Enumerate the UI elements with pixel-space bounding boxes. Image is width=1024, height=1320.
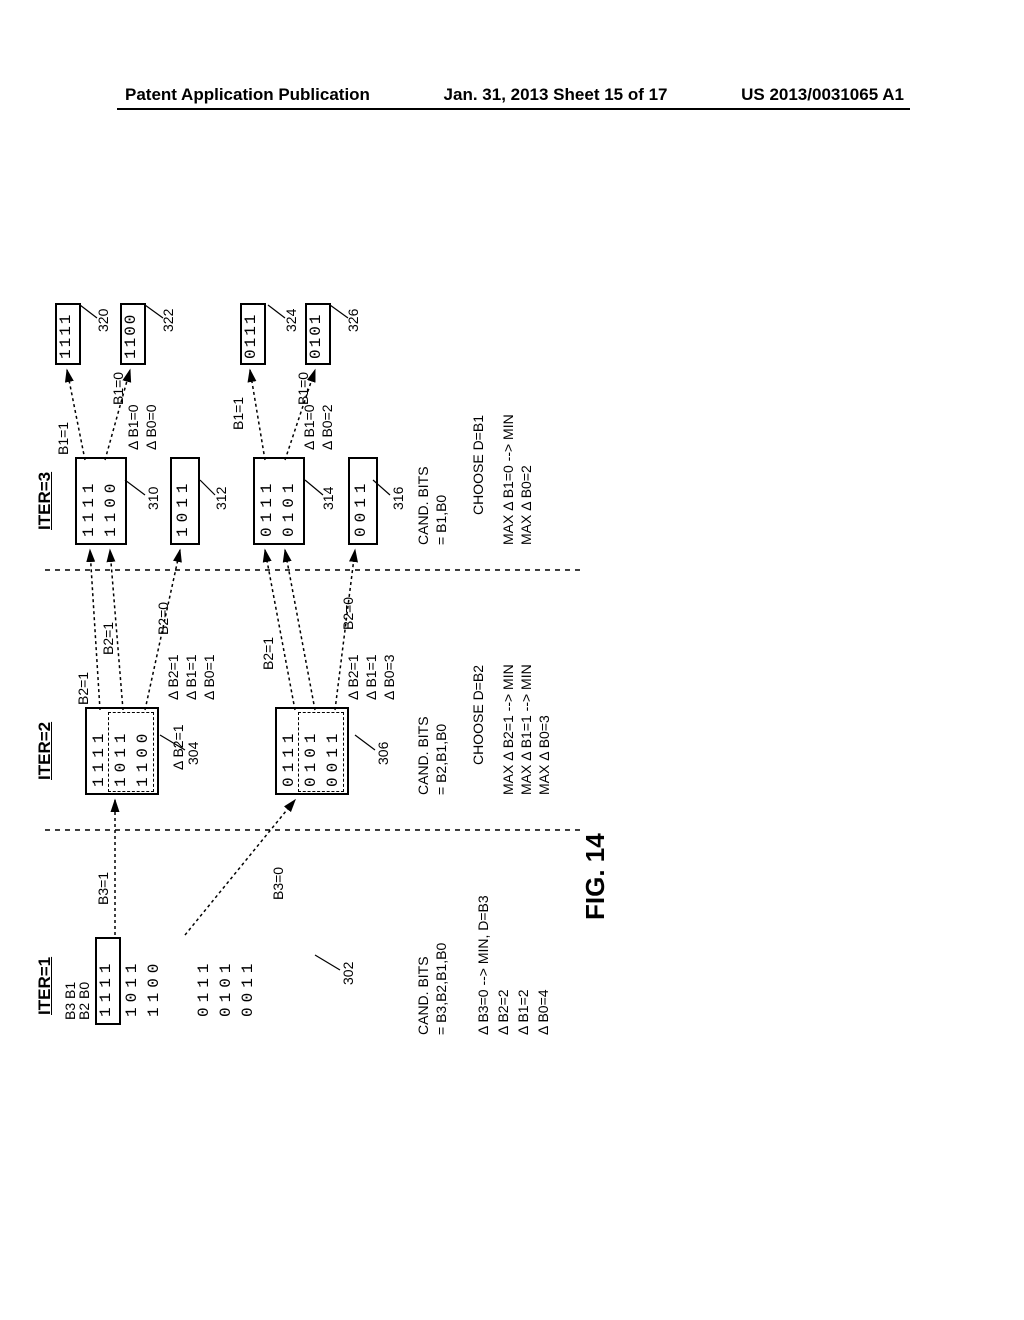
iter2-d3a: Δ B2=1 bbox=[345, 654, 361, 700]
iter2-branch-bb: B2=0 bbox=[340, 597, 356, 630]
iter1-branch-bot: B3=0 bbox=[270, 867, 286, 900]
iter3-choose: CHOOSE D=B1 bbox=[470, 415, 486, 515]
final-ref1: 320 bbox=[95, 309, 111, 332]
iter1-d2: Δ B1=2 bbox=[515, 989, 531, 1035]
iter3-cand-val: = B1,B0 bbox=[433, 495, 449, 545]
iter2-d1a: Δ B2=1 bbox=[170, 724, 186, 770]
iter1-cand-val: = B3,B2,B1,B0 bbox=[433, 943, 449, 1035]
iter2-d1b: Δ B1=1 bbox=[183, 654, 199, 700]
iter1-title: ITER=1 bbox=[35, 957, 55, 1015]
final-r2: 1100 bbox=[122, 313, 140, 359]
iter3-b1d: B1=0 bbox=[295, 372, 311, 405]
iter3-r2: 1011 bbox=[174, 479, 192, 537]
iter3-b1a: B1=1 bbox=[55, 422, 71, 455]
iter2-d3c: Δ B0=3 bbox=[381, 654, 397, 700]
iter1-row0: 1111 bbox=[97, 959, 115, 1017]
iter2-g1-select bbox=[108, 712, 154, 792]
iter1-row3: 0111 bbox=[195, 959, 213, 1017]
iter2-branch-tb: B2=1 bbox=[100, 622, 116, 655]
iter2-g2r0: 0111 bbox=[280, 729, 298, 787]
header-left: Patent Application Publication bbox=[125, 85, 370, 105]
iter3-g3r1: 0101 bbox=[280, 479, 298, 537]
iter2-d3b: Δ B1=1 bbox=[363, 654, 379, 700]
iter2-g1r0: 1111 bbox=[90, 729, 108, 787]
iter3-ref2: 312 bbox=[213, 487, 229, 510]
iter1-cand-label: CAND. BITS bbox=[415, 956, 431, 1035]
iter2-title: ITER=2 bbox=[35, 722, 55, 780]
iter2-branch-tc: B2=0 bbox=[155, 602, 171, 635]
figure-inner: ITER=1 B3 B1 B2 B0 1111 1011 1100 0111 0… bbox=[5, 170, 1005, 1070]
iter2-g2-select bbox=[298, 712, 344, 792]
iter2-cand-label: CAND. BITS bbox=[415, 716, 431, 795]
final-r4: 0101 bbox=[307, 313, 325, 359]
iter2-m1: MAX Δ B1=1 --> MIN bbox=[518, 664, 534, 795]
iter2-m0: MAX Δ B2=1 --> MIN bbox=[500, 664, 516, 795]
iter2-m2: MAX Δ B0=3 bbox=[536, 715, 552, 795]
header-right: US 2013/0031065 A1 bbox=[741, 85, 904, 105]
final-ref4: 326 bbox=[345, 309, 361, 332]
iter1-d3: Δ B0=4 bbox=[535, 989, 551, 1035]
iter3-g3r0: 0111 bbox=[258, 479, 276, 537]
iter3-g1r1: 1100 bbox=[102, 479, 120, 537]
iter3-r4: 0011 bbox=[352, 479, 370, 537]
iter1-row1: 1011 bbox=[123, 959, 141, 1017]
iter3-d1b: Δ B0=0 bbox=[143, 404, 159, 450]
iter2-ref1: 304 bbox=[185, 742, 201, 765]
iter2-d1c: Δ B0=1 bbox=[201, 654, 217, 700]
iter3-m0: MAX Δ B1=0 --> MIN bbox=[500, 414, 516, 545]
iter2-branch-ba: B2=1 bbox=[260, 637, 276, 670]
iter3-m1: MAX Δ B0=2 bbox=[518, 465, 534, 545]
iter3-ref3: 314 bbox=[320, 487, 336, 510]
iter3-d3b: Δ B0=2 bbox=[319, 404, 335, 450]
header-center: Jan. 31, 2013 Sheet 15 of 17 bbox=[444, 85, 668, 105]
iter1-row2: 1100 bbox=[145, 959, 163, 1017]
final-r3: 0111 bbox=[242, 313, 260, 359]
iter1-row5: 0011 bbox=[239, 959, 257, 1017]
iter1-d0: Δ B3=0 --> MIN, D=B3 bbox=[475, 895, 491, 1035]
iter1-bitheader: B3 B1 B2 B0 bbox=[63, 982, 91, 1020]
iter1-d1: Δ B2=2 bbox=[495, 989, 511, 1035]
final-ref3: 324 bbox=[283, 309, 299, 332]
iter2-d1a2: Δ B2=1 bbox=[165, 654, 181, 700]
iter1-row4: 0101 bbox=[217, 959, 235, 1017]
iter3-title: ITER=3 bbox=[35, 472, 55, 530]
figure-wrap: ITER=1 B3 B1 B2 B0 1111 1011 1100 0111 0… bbox=[105, 340, 875, 950]
iter3-cand-label: CAND. BITS bbox=[415, 466, 431, 545]
iter3-b1b: B1=0 bbox=[110, 372, 126, 405]
iter1-branch-top: B3=1 bbox=[95, 872, 111, 905]
iter3-d3a: Δ B1=0 bbox=[301, 404, 317, 450]
iter3-ref4: 316 bbox=[390, 487, 406, 510]
final-r1: 1111 bbox=[57, 313, 75, 359]
iter2-branch-ta: B2=1 bbox=[75, 672, 91, 705]
iter2-ref2: 306 bbox=[375, 742, 391, 765]
iter2-cand-val: = B2,B1,B0 bbox=[433, 724, 449, 795]
iter3-ref1: 310 bbox=[145, 487, 161, 510]
iter3-d1a: Δ B1=0 bbox=[125, 404, 141, 450]
final-ref2: 322 bbox=[160, 309, 176, 332]
figure-label: FIG. 14 bbox=[580, 833, 611, 920]
iter1-ref: 302 bbox=[340, 962, 356, 985]
iter3-g1r0: 1111 bbox=[80, 479, 98, 537]
header-rule bbox=[117, 108, 910, 110]
iter2-choose: CHOOSE D=B2 bbox=[470, 665, 486, 765]
iter3-b1c: B1=1 bbox=[230, 397, 246, 430]
